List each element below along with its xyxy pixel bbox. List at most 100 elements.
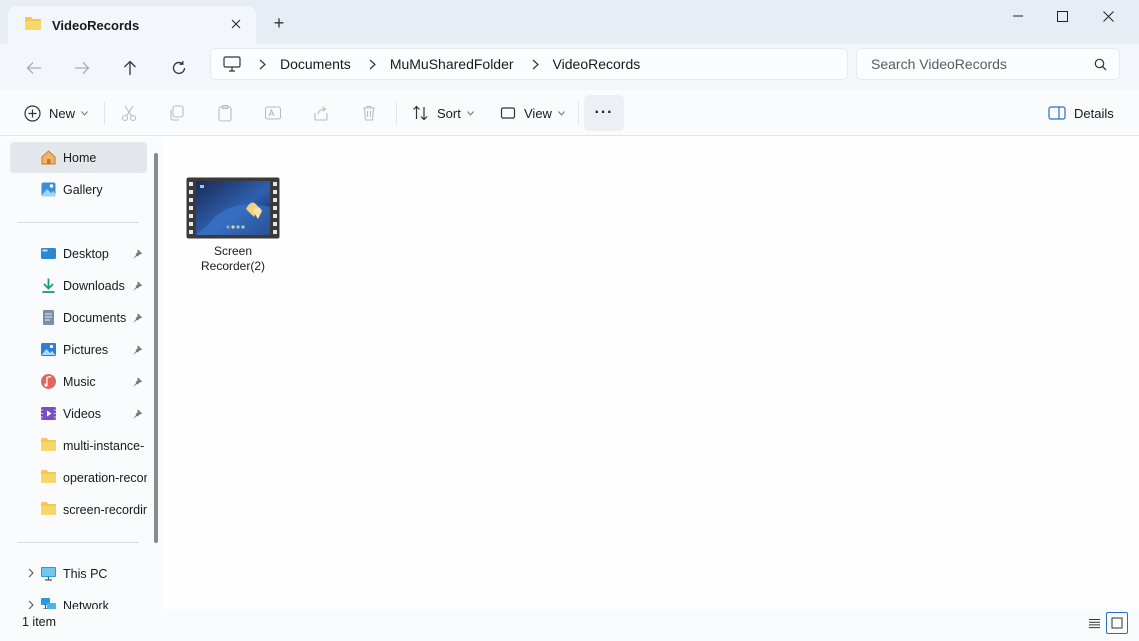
sidebar-item-multi-instance[interactable]: multi-instance-: [10, 430, 147, 461]
divider: [396, 102, 397, 124]
sidebar-item-gallery[interactable]: Gallery: [10, 174, 147, 205]
home-icon: [40, 149, 57, 166]
chevron-right-icon: [369, 59, 376, 70]
sort-icon: [413, 105, 428, 121]
navigation-pane: Home Gallery Desktop Downloads Documents…: [0, 137, 163, 613]
new-tab-button[interactable]: +: [268, 12, 290, 34]
sidebar-item-desktop[interactable]: Desktop: [10, 238, 147, 269]
sidebar-item-screen-recordin[interactable]: screen-recordin: [10, 494, 147, 525]
tab-videorecords[interactable]: VideoRecords: [8, 6, 256, 44]
folder-icon: [24, 16, 42, 34]
large-icons-view-button[interactable]: [1106, 612, 1128, 634]
address-bar[interactable]: Documents MuMuSharedFolder VideoRecords: [210, 48, 848, 80]
downloads-icon: [40, 277, 57, 294]
pin-icon[interactable]: [133, 376, 143, 390]
sidebar-item-operation-recor[interactable]: operation-recor: [10, 462, 147, 493]
file-item[interactable]: Screen Recorder(2): [185, 177, 281, 273]
divider: [104, 102, 105, 124]
view-button[interactable]: View: [500, 96, 565, 130]
breadcrumb-documents[interactable]: Documents: [280, 56, 351, 72]
sidebar-item-videos[interactable]: Videos: [10, 398, 147, 429]
see-more-button[interactable]: ···: [584, 95, 624, 131]
sidebar-item-documents[interactable]: Documents: [10, 302, 147, 333]
chevron-down-icon: [558, 110, 565, 116]
sidebar-scrollbar[interactable]: [154, 153, 158, 543]
more-icon: ···: [594, 104, 614, 121]
sidebar-item-downloads[interactable]: Downloads: [10, 270, 147, 301]
back-button[interactable]: [18, 52, 50, 84]
pin-icon[interactable]: [133, 312, 143, 326]
details-view-button[interactable]: [1083, 612, 1105, 634]
close-window-button[interactable]: [1085, 0, 1131, 32]
up-button[interactable]: [114, 52, 146, 84]
rename-button[interactable]: [264, 96, 282, 130]
breadcrumb-videorecords[interactable]: VideoRecords: [553, 56, 641, 72]
sidebar-item-label: Gallery: [63, 182, 103, 197]
pin-icon[interactable]: [133, 344, 143, 358]
close-icon: [231, 19, 241, 29]
gallery-icon: [40, 181, 57, 198]
search-box[interactable]: [856, 48, 1120, 80]
divider: [578, 102, 579, 124]
maximize-button[interactable]: [1039, 0, 1085, 32]
folder-icon: [40, 501, 57, 518]
pin-icon[interactable]: [133, 280, 143, 294]
details-button[interactable]: Details: [1048, 96, 1114, 130]
refresh-icon: [172, 61, 186, 75]
paste-button[interactable]: [216, 96, 234, 130]
rename-icon: [264, 106, 282, 120]
arrow-left-icon: [26, 62, 41, 74]
documents-icon: [40, 309, 57, 326]
scissors-icon: [121, 105, 137, 122]
sidebar-item-label: Downloads: [63, 278, 125, 293]
this-pc-icon: [40, 565, 57, 582]
search-icon[interactable]: [1094, 58, 1107, 74]
minimize-button[interactable]: [995, 0, 1041, 32]
close-icon: [1102, 10, 1114, 22]
sidebar-item-label: multi-instance-: [63, 438, 145, 453]
paste-icon: [218, 104, 232, 122]
sidebar-item-this-pc[interactable]: This PC: [10, 558, 147, 589]
list-view-icon: [1088, 618, 1100, 628]
sidebar-item-pictures[interactable]: Pictures: [10, 334, 147, 365]
chevron-right-icon: [532, 59, 539, 70]
pictures-icon: [40, 341, 57, 358]
tiles-view-icon: [1111, 617, 1123, 629]
folder-icon: [40, 469, 57, 486]
sidebar-item-label: screen-recordin: [63, 502, 147, 517]
cut-button[interactable]: [120, 96, 138, 130]
status-bar: 1 item: [0, 609, 1139, 641]
monitor-icon: [223, 56, 241, 72]
share-icon: [314, 106, 328, 121]
tab-title: VideoRecords: [52, 17, 140, 33]
new-button[interactable]: New: [24, 96, 88, 130]
sort-button[interactable]: Sort: [412, 96, 474, 130]
plus-icon: +: [273, 12, 285, 33]
chevron-right-icon[interactable]: [28, 567, 34, 581]
search-input[interactable]: [871, 56, 1081, 72]
address-row: Documents MuMuSharedFolder VideoRecords: [0, 44, 1139, 90]
delete-button[interactable]: [360, 96, 378, 130]
sidebar-item-label: Documents: [63, 310, 127, 325]
pin-icon[interactable]: [133, 248, 143, 262]
details-label: Details: [1074, 105, 1114, 121]
tab-close-button[interactable]: [228, 16, 244, 32]
sidebar-item-label: Home: [63, 150, 97, 165]
refresh-button[interactable]: [163, 52, 195, 84]
sidebar-item-label: This PC: [63, 566, 108, 581]
breadcrumb-mumusharedfolder[interactable]: MuMuSharedFolder: [390, 56, 514, 72]
share-button[interactable]: [312, 96, 330, 130]
sidebar-item-home[interactable]: Home: [10, 142, 147, 173]
sort-label: Sort: [437, 105, 461, 121]
sidebar-item-label: Desktop: [63, 246, 109, 261]
copy-button[interactable]: [168, 96, 186, 130]
command-bar: New Sort View ··· Details: [0, 90, 1139, 136]
pin-icon[interactable]: [133, 408, 143, 422]
forward-button[interactable]: [66, 52, 98, 84]
folder-icon: [40, 437, 57, 454]
sidebar-item-music[interactable]: Music: [10, 366, 147, 397]
details-pane-icon: [1048, 106, 1066, 120]
arrow-up-icon: [124, 60, 136, 75]
divider: [18, 542, 139, 543]
file-explorer-window: VideoRecords + Documents MuMuSharedFolde…: [0, 0, 1139, 641]
